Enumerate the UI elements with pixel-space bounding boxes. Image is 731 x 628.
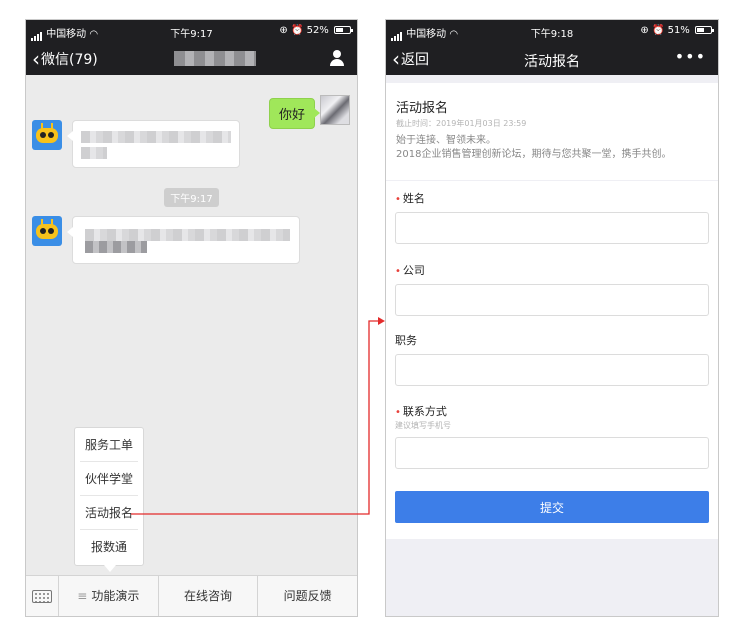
more-options-icon[interactable]: ••• — [675, 47, 706, 66]
event-registration-screen: 中国移动 ◠ 下午9:18 ⊕ ⏰ 51% ‹返回 活动报名 ••• 活动报名 … — [385, 19, 719, 617]
message-timestamp: 下午9:17 — [26, 187, 357, 207]
contact-profile-icon[interactable] — [329, 50, 345, 66]
menu-tab-demo[interactable]: ≡ 功能演示 — [59, 576, 159, 616]
nav-bar: ‹返回 活动报名 ••• — [386, 42, 718, 75]
official-account-menu-bar: ≡ 功能演示 在线咨询 问题反馈 — [26, 575, 357, 616]
alarm-icon: ⏰ — [651, 25, 665, 36]
nav-bar: ‹微信(79) — [26, 42, 357, 75]
flow-arrow-head — [378, 317, 385, 325]
back-button[interactable]: ‹微信(79) — [32, 49, 98, 69]
required-mark: • — [395, 266, 401, 277]
lock-rotation-icon: ⊕ — [640, 25, 649, 36]
back-label: 微信(79) — [41, 52, 98, 68]
menu-tab-feedback[interactable]: 问题反馈 — [258, 576, 357, 616]
form-deadline: 截止时间：2019年01月03日 23:59 — [396, 119, 527, 128]
wechat-chat-screen: 中国移动 ◠ 下午9:17 ⊕ ⏰ 52% ‹微信(79) 你好 下午9:17 — [25, 19, 358, 617]
menu-tab-online-consult[interactable]: 在线咨询 — [159, 576, 259, 616]
battery-percent: 51% — [667, 25, 690, 36]
function-popup-menu: 服务工单 伙伴学堂 活动报名 报数通 — [74, 427, 144, 572]
submit-button[interactable]: 提交 — [395, 491, 709, 523]
lock-rotation-icon: ⊕ — [279, 25, 288, 36]
menu-item-partner-academy[interactable]: 伙伴学堂 — [80, 462, 138, 496]
battery-percent: 52% — [306, 25, 329, 36]
chat-title-blurred — [174, 51, 256, 66]
keyboard-toggle[interactable] — [26, 576, 59, 616]
outgoing-message[interactable]: 你好 — [268, 98, 321, 129]
battery-icon — [695, 26, 714, 34]
field-contact: • 联系方式 建议填写手机号 — [395, 403, 709, 469]
bot-avatar[interactable] — [32, 120, 62, 150]
contact-hint: 建议填写手机号 — [395, 421, 451, 430]
status-bar: 中国移动 ◠ 下午9:18 ⊕ ⏰ 51% — [386, 20, 718, 42]
chevron-left-icon: ‹ — [32, 47, 40, 71]
company-input[interactable] — [395, 284, 709, 316]
menu-item-report[interactable]: 报数通 — [80, 530, 138, 564]
menu-item-event-registration[interactable]: 活动报名 — [80, 496, 138, 530]
keyboard-icon — [32, 590, 52, 603]
status-bar: 中国移动 ◠ 下午9:17 ⊕ ⏰ 52% — [26, 20, 357, 42]
required-mark: • — [395, 407, 401, 418]
bot-avatar[interactable] — [32, 216, 62, 246]
contact-input[interactable] — [395, 437, 709, 469]
position-input[interactable] — [395, 354, 709, 386]
menu-item-service-ticket[interactable]: 服务工单 — [80, 428, 138, 462]
page-title: 活动报名 — [524, 54, 580, 70]
name-input[interactable] — [395, 212, 709, 244]
incoming-message-blurred[interactable] — [67, 216, 300, 264]
self-avatar[interactable] — [320, 95, 350, 125]
incoming-message-blurred[interactable] — [67, 120, 240, 168]
form-header: 活动报名 截止时间：2019年01月03日 23:59 始于连接、智领未来。 2… — [386, 83, 718, 180]
required-mark: • — [395, 194, 401, 205]
form-description: 始于连接、智领未来。 2018企业销售管理创新论坛，期待与您共聚一堂，携手共创。 — [396, 135, 672, 160]
field-position: 职务 — [395, 332, 709, 386]
field-name: • 姓名 — [395, 190, 709, 244]
form-title: 活动报名 — [396, 101, 449, 116]
battery-icon — [334, 26, 353, 34]
alarm-icon: ⏰ — [290, 25, 304, 36]
menu-lines-icon: ≡ — [77, 589, 88, 603]
registration-form: • 姓名 • 公司 职务 • 联系方式 建议填写手机号 提交 — [386, 181, 718, 539]
field-company: • 公司 — [395, 262, 709, 316]
